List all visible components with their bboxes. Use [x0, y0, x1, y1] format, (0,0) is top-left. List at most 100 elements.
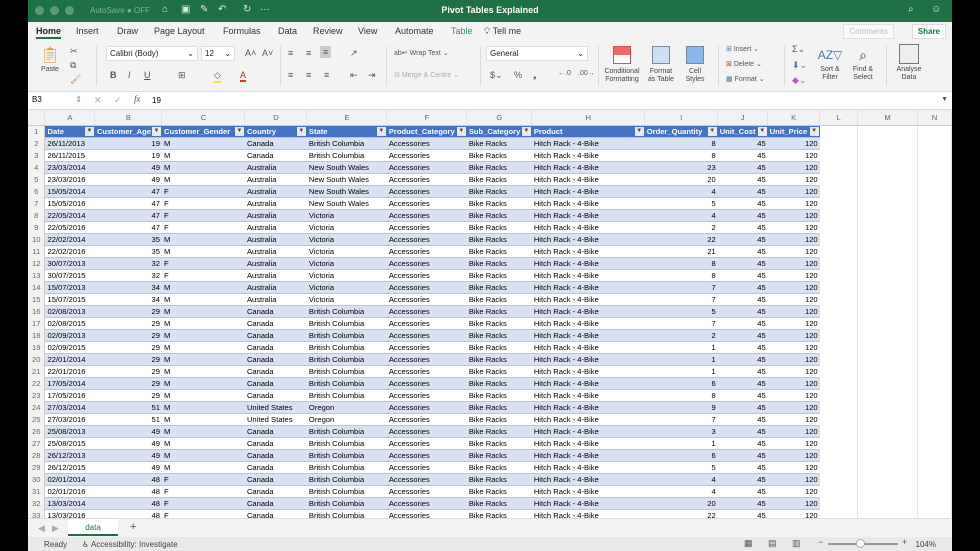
cell[interactable]: 120 [767, 269, 820, 282]
filter-dropdown-icon[interactable]: ▼ [521, 126, 531, 136]
row-number[interactable]: 10 [28, 233, 46, 245]
cell[interactable]: 49 [94, 425, 162, 438]
cell[interactable]: Canada [244, 389, 307, 402]
cell[interactable]: British Columbia [306, 473, 387, 486]
column-header-M[interactable]: M [857, 110, 918, 126]
cell[interactable] [819, 209, 859, 221]
cell[interactable]: 1 [644, 341, 718, 354]
tab-insert[interactable]: Insert [76, 26, 99, 36]
cell[interactable]: 120 [767, 221, 820, 234]
cell[interactable]: Bike Racks [466, 233, 532, 246]
column-header-E[interactable]: E [306, 110, 388, 126]
cell[interactable]: 45 [717, 245, 768, 258]
cell[interactable] [917, 257, 952, 269]
underline-button[interactable]: U [144, 70, 151, 80]
cell[interactable]: Bike Racks [466, 449, 532, 462]
cell[interactable] [819, 305, 859, 317]
cell[interactable] [819, 509, 859, 518]
cell[interactable] [917, 293, 952, 305]
cell[interactable]: 17/05/2014 [44, 377, 95, 390]
font-color-icon[interactable]: A [240, 70, 247, 82]
cell[interactable] [857, 233, 918, 245]
cell[interactable]: 1 [644, 365, 718, 378]
cell[interactable]: 7 [644, 281, 718, 294]
cell[interactable]: 45 [717, 425, 768, 438]
tab-table[interactable]: Table [451, 26, 473, 36]
cell[interactable]: Accessories [386, 233, 467, 246]
cell[interactable]: British Columbia [306, 509, 387, 518]
cell[interactable]: 120 [767, 257, 820, 270]
cell[interactable]: F [161, 257, 245, 270]
enter-icon[interactable]: ✓ [114, 95, 122, 106]
next-sheet-icon[interactable]: ▶ [52, 523, 59, 534]
cell[interactable]: British Columbia [306, 329, 387, 342]
cell[interactable] [857, 281, 918, 293]
cell[interactable]: 02/08/2013 [44, 305, 95, 318]
cell[interactable] [819, 125, 859, 137]
cell[interactable]: 120 [767, 473, 820, 486]
cell[interactable] [917, 173, 952, 185]
cell[interactable]: Australia [244, 257, 307, 270]
cell[interactable]: Hitch Rack - 4-Bike [531, 365, 645, 378]
cell[interactable]: Accessories [386, 461, 467, 474]
cell[interactable]: British Columbia [306, 341, 387, 354]
cell[interactable]: 8 [644, 269, 718, 282]
cell[interactable] [917, 137, 952, 149]
conditional-formatting-button[interactable]: Conditional Formatting [602, 46, 642, 84]
cell[interactable]: 49 [94, 173, 162, 186]
cell[interactable]: Canada [244, 149, 307, 162]
cell[interactable]: M [161, 329, 245, 342]
header-cell[interactable]: Product ▼ [531, 125, 645, 138]
cell[interactable]: 45 [717, 233, 768, 246]
cell[interactable]: Australia [244, 197, 307, 210]
cell[interactable]: Hitch Rack - 4-Bike [531, 245, 645, 258]
cell[interactable]: Bike Racks [466, 185, 532, 198]
cell[interactable]: 6 [644, 377, 718, 390]
cell[interactable]: 8 [644, 389, 718, 402]
cell[interactable]: 45 [717, 413, 768, 426]
cell[interactable]: 22 [644, 233, 718, 246]
column-header-A[interactable]: A [44, 110, 96, 126]
cell[interactable]: 27/03/2016 [44, 413, 95, 426]
cell[interactable]: Bike Racks [466, 149, 532, 162]
header-cell[interactable]: Customer_Gender ▼ [161, 125, 245, 138]
cell[interactable]: 45 [717, 353, 768, 366]
cell[interactable]: Accessories [386, 305, 467, 318]
cell[interactable]: M [161, 365, 245, 378]
cell[interactable]: 20 [644, 497, 718, 510]
cell[interactable] [917, 377, 952, 389]
cell[interactable]: 120 [767, 413, 820, 426]
cell[interactable]: Hitch Rack - 4-Bike [531, 389, 645, 402]
cell[interactable]: Bike Racks [466, 245, 532, 258]
cell[interactable] [917, 233, 952, 245]
cell[interactable]: 29 [94, 365, 162, 378]
cell[interactable]: 120 [767, 497, 820, 510]
cell[interactable] [819, 233, 859, 245]
cell[interactable] [917, 209, 952, 221]
cell[interactable]: Accessories [386, 245, 467, 258]
cell[interactable]: Accessories [386, 401, 467, 414]
cell[interactable] [819, 137, 859, 149]
expand-formula-icon[interactable]: ▼ [941, 96, 948, 103]
cell[interactable]: 32 [94, 257, 162, 270]
cell[interactable]: Australia [244, 173, 307, 186]
row-number[interactable]: 16 [28, 305, 46, 317]
cell[interactable]: 120 [767, 461, 820, 474]
filter-dropdown-icon[interactable]: ▼ [84, 126, 94, 136]
merge-centre-button[interactable]: ⊟ Merge & Centre ⌄ [394, 71, 459, 79]
row-number[interactable]: 31 [28, 485, 46, 497]
cell[interactable] [819, 149, 859, 161]
select-all[interactable] [28, 110, 46, 126]
cell[interactable]: New South Wales [306, 173, 387, 186]
column-header-I[interactable]: I [644, 110, 719, 126]
cut-icon[interactable]: ✂ [70, 46, 78, 57]
cell[interactable]: 120 [767, 485, 820, 498]
cell[interactable]: 120 [767, 365, 820, 378]
cell[interactable]: 29 [94, 341, 162, 354]
cell[interactable] [917, 509, 952, 518]
function-icon[interactable]: fx [134, 94, 141, 104]
cell[interactable]: 30/07/2015 [44, 269, 95, 282]
cell[interactable]: Hitch Rack - 4-Bike [531, 149, 645, 162]
cell[interactable]: 23/03/2016 [44, 173, 95, 186]
spreadsheet-grid[interactable]: ABCDEFGHIJKLMN 1 Date ▼ Customer_Age ▼ Custom… [28, 110, 952, 518]
